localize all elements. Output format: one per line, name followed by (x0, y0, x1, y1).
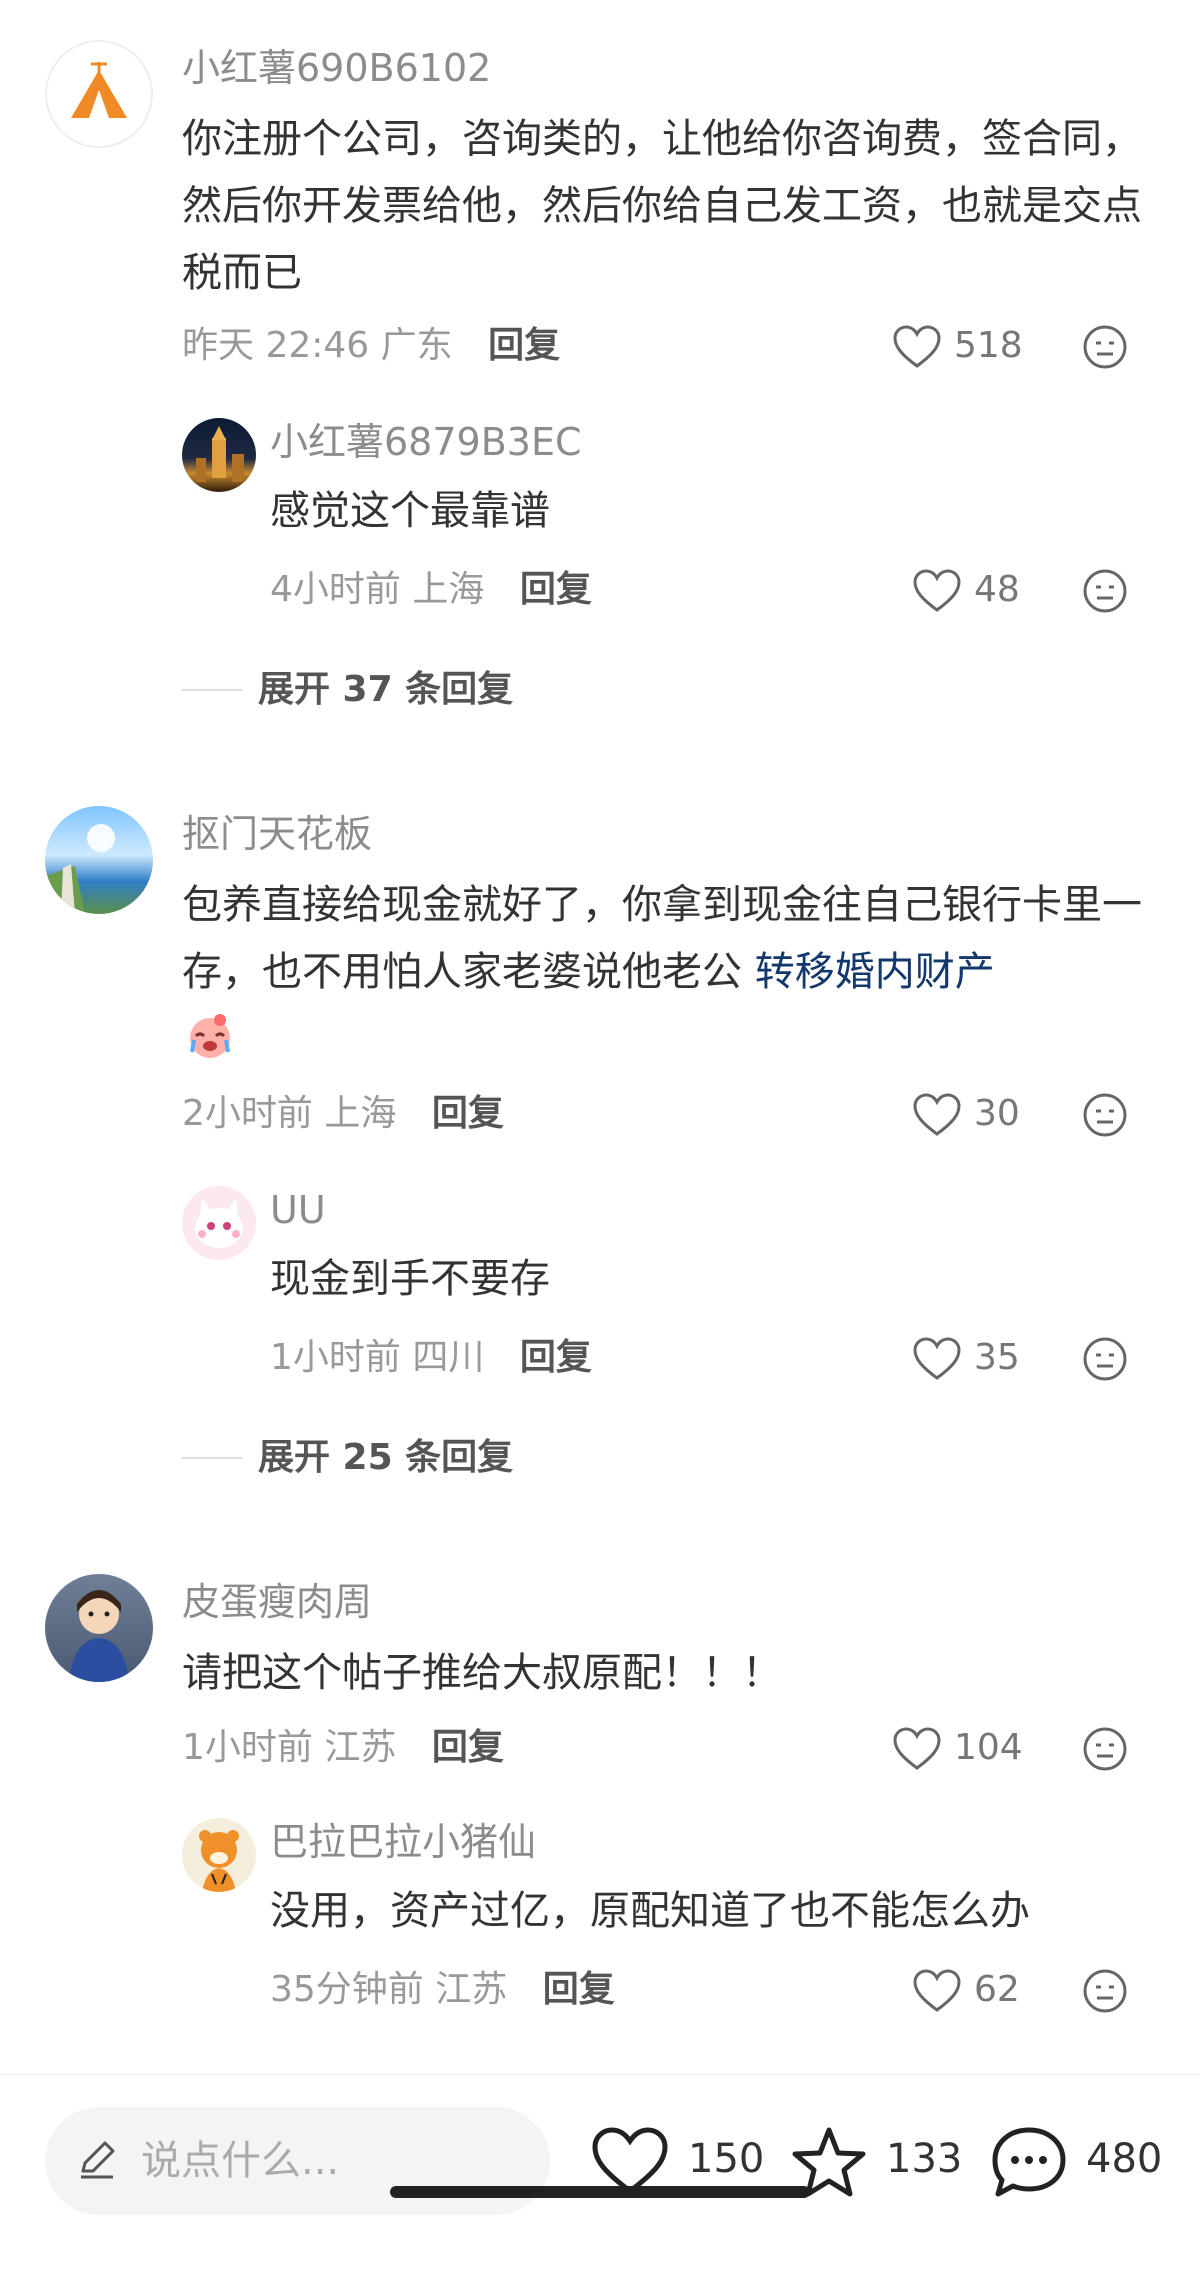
reply-button[interactable]: 回复 (432, 1093, 504, 1134)
avatar[interactable] (182, 418, 256, 492)
like-button[interactable]: 62 (912, 1966, 1052, 2018)
reply-time: 4小时前 (270, 569, 401, 610)
reply-text[interactable]: 感觉这个最靠谱 (270, 478, 1140, 545)
comment-time: 昨天 22:46 (182, 325, 370, 366)
reply-button[interactable]: 回复 (520, 569, 592, 610)
comment-text-main: 包养直接给现金就好了，你拿到现金往自己银行卡里一存，也不用怕人家老婆说他老公 (182, 882, 1142, 995)
pink-cat-avatar-icon (195, 1198, 243, 1248)
comment-location: 上海 (324, 1093, 397, 1134)
like-count: 62 (974, 1969, 1020, 2010)
reply-username[interactable]: UU (270, 1186, 326, 1234)
expand-replies-button[interactable]: 展开 25 条回复 (258, 1434, 513, 1482)
tiger-cartoon-avatar-icon (199, 1830, 239, 1892)
comment-count: 480 (1086, 2136, 1163, 2182)
comment-meta: 1小时前 江苏 回复 (182, 1724, 504, 1772)
crying-face-emoji-icon (186, 1012, 234, 1060)
like-count: 35 (974, 1337, 1020, 1378)
username[interactable]: 抠门天花板 (182, 810, 372, 858)
reply-time: 35分钟前 (270, 1969, 424, 2010)
heart-icon (893, 325, 941, 368)
avatar[interactable] (45, 1574, 153, 1682)
comment-input-placeholder: 说点什么... (141, 2138, 340, 2184)
reply-button[interactable]: 回复 (520, 1337, 592, 1378)
like-button[interactable]: 30 (912, 1090, 1052, 1142)
reply-button[interactable]: 回复 (488, 325, 560, 366)
like-count: 104 (954, 1727, 1023, 1768)
home-indicator[interactable] (390, 2186, 810, 2198)
reply-text[interactable]: 没用，资产过亿，原配知道了也不能怎么办 (270, 1878, 1140, 1945)
reply-meta: 4小时前 上海 回复 (270, 566, 592, 614)
expand-divider (182, 689, 242, 691)
comment-text[interactable]: 包养直接给现金就好了，你拿到现金往自己银行卡里一存，也不用怕人家老婆说他老公 转… (182, 872, 1142, 1006)
comment-time: 2小时前 (182, 1093, 313, 1134)
comment-location: 广东 (380, 325, 453, 366)
reply-button[interactable]: 回复 (543, 1969, 615, 2010)
heart-icon (913, 1337, 961, 1380)
comment-meta: 昨天 22:46 广东 回复 (182, 322, 560, 370)
like-button[interactable]: 48 (912, 566, 1052, 618)
dislike-face-icon[interactable] (1082, 1336, 1128, 1382)
like-count: 30 (974, 1093, 1020, 1134)
like-count: 518 (954, 325, 1023, 366)
reply-meta: 1小时前 四川 回复 (270, 1334, 592, 1382)
pencil-icon (81, 2141, 115, 2179)
reply-button[interactable]: 回复 (432, 1727, 504, 1768)
reply-text[interactable]: 现金到手不要存 (270, 1246, 1140, 1313)
portrait-lady-avatar-icon (69, 1590, 129, 1682)
comment-text[interactable]: 你注册个公司，咨询类的，让他给你咨询费，签合同，然后你开发票给他，然后你给自己发… (182, 106, 1142, 307)
comment-time: 1小时前 (182, 1727, 313, 1768)
reply-meta: 35分钟前 江苏 回复 (270, 1966, 615, 2014)
dislike-face-icon[interactable] (1082, 1092, 1128, 1138)
orange-tent-avatar-icon (71, 62, 127, 118)
dislike-face-icon[interactable] (1082, 568, 1128, 614)
heart-icon (913, 569, 961, 612)
like-button[interactable]: 35 (912, 1334, 1052, 1386)
reply-location: 四川 (412, 1337, 485, 1378)
username[interactable]: 小红薯690B6102 (182, 44, 491, 92)
comment-location: 江苏 (324, 1727, 397, 1768)
comment-bubble-icon[interactable] (990, 2125, 1068, 2199)
reply-time: 1小时前 (270, 1337, 401, 1378)
expand-replies-button[interactable]: 展开 37 条回复 (258, 666, 513, 714)
reply-username[interactable]: 小红薯6879B3EC (270, 418, 582, 466)
dislike-face-icon[interactable] (1082, 1968, 1128, 2014)
reply-location: 上海 (412, 569, 485, 610)
favorite-count: 133 (886, 2136, 963, 2182)
night-city-avatar-icon (196, 426, 244, 482)
like-button[interactable]: 104 (892, 1724, 1032, 1776)
username[interactable]: 皮蛋瘦肉周 (182, 1578, 372, 1626)
seaside-cliff-avatar-icon (45, 824, 115, 914)
avatar[interactable] (45, 806, 153, 914)
heart-icon (893, 1727, 941, 1770)
comment-text[interactable]: 请把这个帖子推给大叔原配！！！ (182, 1640, 1142, 1707)
bottom-action-bar: 说点什么... 150 133 480 (0, 2074, 1200, 2293)
heart-icon (913, 1969, 961, 2012)
dislike-face-icon[interactable] (1082, 324, 1128, 370)
avatar[interactable] (45, 40, 153, 148)
like-button[interactable]: 518 (892, 322, 1032, 374)
dislike-face-icon[interactable] (1082, 1726, 1128, 1772)
comment-feed[interactable]: 小红薯690B6102 你注册个公司，咨询类的，让他给你咨询费，签合同，然后你开… (0, 0, 1200, 2074)
avatar[interactable] (182, 1818, 256, 1892)
comment-input[interactable]: 说点什么... (45, 2107, 550, 2215)
avatar[interactable] (182, 1186, 256, 1260)
topic-link[interactable]: 转移婚内财产 (755, 949, 995, 995)
comment-meta: 2小时前 上海 回复 (182, 1090, 504, 1138)
like-count: 150 (688, 2136, 765, 2182)
like-count: 48 (974, 569, 1020, 610)
reply-username[interactable]: 巴拉巴拉小猪仙 (270, 1818, 536, 1866)
expand-divider (182, 1457, 242, 1459)
reply-location: 江苏 (435, 1969, 508, 2010)
heart-icon (913, 1093, 961, 1136)
